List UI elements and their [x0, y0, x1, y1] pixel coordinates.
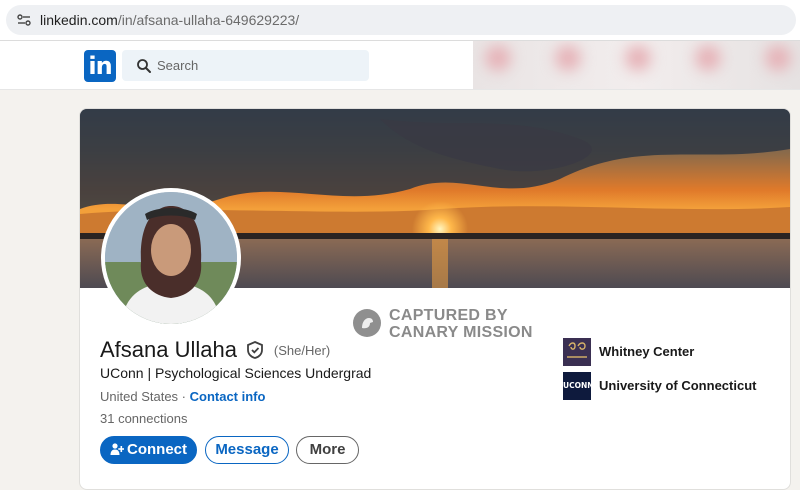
linkedin-logo[interactable]: in: [84, 50, 116, 82]
search-input[interactable]: Search: [122, 50, 369, 81]
uconn-logo: UCONN: [563, 372, 594, 400]
verified-shield-icon[interactable]: [245, 340, 265, 360]
profile-photo[interactable]: [101, 188, 241, 328]
blurred-nav-items: [473, 41, 800, 89]
name-row: Afsana Ullaha (She/Her): [100, 337, 330, 367]
org-name[interactable]: University of Connecticut: [599, 378, 756, 393]
canary-mission-watermark: CAPTURED BY CANARY MISSION: [353, 307, 543, 343]
url-field[interactable]: linkedin.com/in/afsana-ullaha-649629223/: [6, 5, 796, 35]
profile-card: CAPTURED BY CANARY MISSION Afsana Ullaha…: [79, 108, 791, 490]
contact-info-link[interactable]: Contact info: [190, 389, 266, 404]
browser-address-bar: linkedin.com/in/afsana-ullaha-649629223/: [0, 0, 800, 41]
add-person-icon: [110, 443, 124, 455]
pronouns: (She/Her): [273, 342, 331, 358]
location-row: United States · Contact info: [100, 389, 265, 404]
headline: UConn | Psychological Sciences Undergrad: [100, 365, 372, 381]
canary-bird-icon: [353, 309, 381, 337]
top-nav: in Search: [0, 41, 800, 90]
watermark-text: CAPTURED BY CANARY MISSION: [389, 307, 533, 341]
separator-dot: ·: [178, 389, 190, 404]
whitney-center-logo: [563, 338, 591, 366]
message-button[interactable]: Message: [205, 436, 289, 464]
site-info-icon[interactable]: [16, 12, 32, 28]
url-text[interactable]: linkedin.com/in/afsana-ullaha-649629223/: [40, 12, 299, 28]
connections-count: 31 connections: [100, 411, 188, 426]
location: United States: [100, 389, 179, 404]
more-button[interactable]: More: [296, 436, 359, 464]
search-placeholder: Search: [157, 58, 199, 73]
profile-name: Afsana Ullaha: [100, 337, 237, 362]
search-icon: [137, 59, 151, 73]
connect-button[interactable]: Connect: [100, 436, 197, 464]
org-name[interactable]: Whitney Center: [599, 344, 694, 359]
